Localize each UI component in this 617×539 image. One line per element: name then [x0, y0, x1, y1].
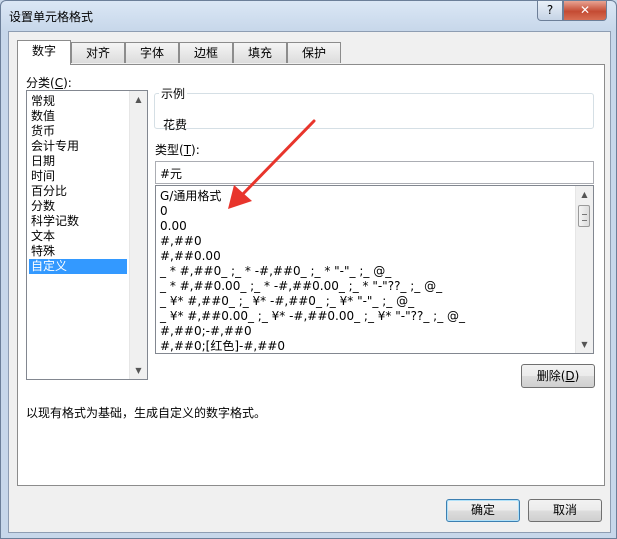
category-list[interactable]: 常规 数值 货币 会计专用 日期 时间 百分比 分数 科学记数 文本 特殊 自定义 ▲ ▼ — [26, 90, 148, 380]
format-code-item[interactable]: _ ¥* #,##0.00_ ;_ ¥* -#,##0.00_ ;_ ¥* "-… — [158, 309, 465, 324]
help-button[interactable]: ? — [537, 1, 563, 21]
category-item[interactable]: 自定义 — [29, 259, 127, 274]
scroll-down-icon[interactable]: ▼ — [130, 362, 147, 379]
category-item[interactable]: 特殊 — [29, 244, 55, 259]
category-item[interactable]: 货币 — [29, 124, 55, 139]
format-code-item[interactable]: #,##0 — [158, 234, 202, 249]
format-code-item[interactable]: _ * #,##0_ ;_ * -#,##0_ ;_ * "-"_ ;_ @_ — [158, 264, 391, 279]
type-input-value: #元 — [160, 167, 183, 181]
scroll-thumb[interactable] — [578, 205, 590, 227]
tab-fill[interactable]: 填充 — [233, 42, 287, 63]
close-icon: ✕ — [579, 3, 591, 17]
tab-font-label: 字体 — [139, 46, 164, 60]
type-label: 类型(T): — [155, 143, 200, 157]
format-code-item[interactable]: #,##0;[红色]-#,##0 — [158, 339, 285, 353]
annotation-arrow — [228, 119, 316, 209]
cancel-button[interactable]: 取消 — [528, 499, 602, 522]
format-list-scrollbar[interactable]: ▲ ▼ — [575, 186, 593, 353]
category-label: 分类(C): — [26, 76, 72, 90]
tab-border[interactable]: 边框 — [179, 42, 233, 63]
scroll-down-icon[interactable]: ▼ — [576, 336, 593, 353]
category-item[interactable]: 时间 — [29, 169, 55, 184]
format-code-item[interactable]: _ ¥* #,##0_ ;_ ¥* -#,##0_ ;_ ¥* "-"_ ;_ … — [158, 294, 414, 309]
tab-border-label: 边框 — [193, 46, 218, 60]
format-code-item[interactable]: _ * #,##0.00_ ;_ * -#,##0.00_ ;_ * "-"??… — [158, 279, 442, 294]
category-item[interactable]: 日期 — [29, 154, 55, 169]
dialog-client: 数字 对齐 字体 边框 填充 保护 分类(C): 常规 数值 货币 会计专用 日期 时间百… — [8, 31, 611, 533]
format-code-item[interactable]: #,##0.00 — [158, 249, 221, 264]
sample-label: 示例 — [161, 87, 186, 101]
format-description: 以现有格式为基础，生成自定义的数字格式。 — [26, 406, 267, 420]
tab-alignment[interactable]: 对齐 — [71, 42, 125, 63]
help-icon: ? — [546, 3, 554, 17]
category-item[interactable]: 常规 — [29, 94, 55, 109]
format-cells-dialog: 设置单元格格式 ? ✕ 数字 对齐 字体 边框 填充 保护 分类(C): 常规数… — [0, 0, 617, 539]
tab-number[interactable]: 数字 — [17, 40, 71, 65]
tab-alignment-label: 对齐 — [85, 46, 110, 60]
tab-fill-label: 填充 — [247, 46, 272, 60]
tab-protection[interactable]: 保护 — [287, 42, 341, 63]
sample-value: 花费 — [163, 118, 188, 132]
category-item[interactable]: 百分比 — [29, 184, 67, 199]
tab-font[interactable]: 字体 — [125, 42, 179, 63]
delete-button[interactable]: 删除(D) — [521, 364, 595, 388]
scroll-up-icon[interactable]: ▲ — [576, 186, 593, 203]
tab-number-label: 数字 — [31, 44, 56, 58]
category-item[interactable]: 分数 — [29, 199, 55, 214]
number-tab-panel: 分类(C): 常规 数值 货币 会计专用 日期 时间 百分比 分数 科学记数 文本 特殊 自定义 ▲ … — [17, 64, 605, 486]
category-item[interactable]: 文本 — [29, 229, 55, 244]
scroll-up-icon[interactable]: ▲ — [130, 91, 147, 108]
format-code-item[interactable]: #,##0;-#,##0 — [158, 324, 252, 339]
close-button[interactable]: ✕ — [563, 1, 607, 21]
ok-button[interactable]: 确定 — [446, 499, 520, 522]
format-code-item[interactable]: G/通用格式 — [158, 189, 221, 204]
category-list-scrollbar[interactable]: ▲ ▼ — [129, 91, 147, 379]
dialog-title: 设置单元格格式 — [9, 10, 94, 24]
format-code-item[interactable]: 0 — [158, 204, 168, 219]
category-item[interactable]: 会计专用 — [29, 139, 79, 154]
category-item[interactable]: 数值 — [29, 109, 55, 124]
tab-protection-label: 保护 — [301, 46, 326, 60]
format-code-item[interactable]: 0.00 — [158, 219, 187, 234]
title-bar[interactable]: 设置单元格格式 ? ✕ — [1, 1, 616, 31]
category-item[interactable]: 科学记数 — [29, 214, 79, 229]
